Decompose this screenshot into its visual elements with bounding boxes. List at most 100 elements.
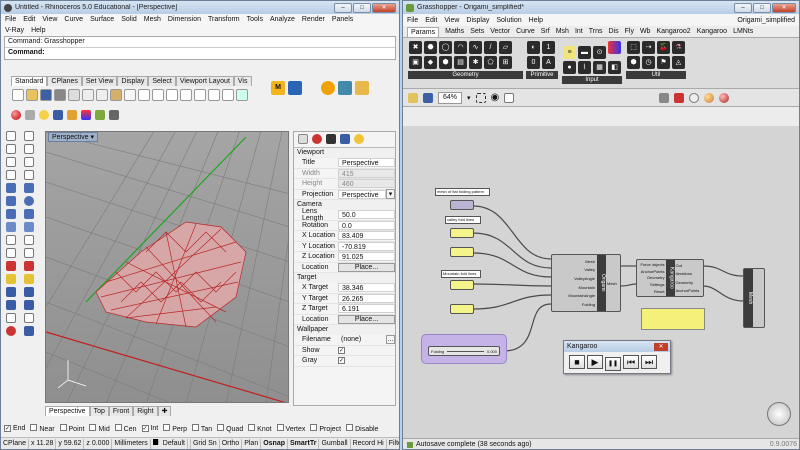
vray-teapot-icon[interactable] (355, 81, 369, 95)
gh-tab-kangaroo[interactable]: Kangaroo (697, 28, 727, 35)
red-sphere-icon[interactable] (11, 109, 21, 120)
array-icon[interactable] (6, 274, 16, 284)
gh-wire-preview-icon[interactable] (659, 92, 670, 103)
gh-param-brep-icon[interactable]: ◆ (424, 56, 437, 69)
explode-icon[interactable] (6, 300, 16, 310)
grasshopper-icon[interactable] (95, 109, 105, 120)
move-icon[interactable] (6, 248, 16, 258)
gh-menu-help[interactable]: Help (529, 17, 543, 24)
cut-icon[interactable] (82, 88, 94, 101)
kangaroo-pause-button[interactable]: ❚❚ (605, 357, 621, 371)
menu-dimension[interactable]: Dimension (168, 16, 201, 23)
perspective-viewport[interactable]: Perspective ▾ (45, 131, 289, 403)
gh-label-panel-valley[interactable]: valley fold lines (445, 216, 481, 224)
gh-param-integer-icon[interactable]: 1 (542, 41, 555, 54)
sphere-icon[interactable] (23, 196, 34, 206)
new-icon[interactable] (12, 88, 24, 101)
gh-menu-solution[interactable]: Solution (496, 17, 521, 24)
gh-param-mesh-icon[interactable]: ⬢ (439, 56, 452, 69)
gh-param-curve-icon[interactable]: ∿ (469, 41, 482, 54)
gh-param-text-icon[interactable]: A (542, 56, 555, 69)
gh-param-field-icon[interactable]: ✱ (469, 56, 482, 69)
boolean-icon[interactable] (23, 222, 34, 232)
tab-viewport-layout[interactable]: Viewport Layout (175, 76, 234, 86)
select-arrow-icon[interactable] (6, 131, 16, 141)
view-tab-front[interactable]: Front (108, 406, 134, 416)
gh-param-geometry-icon[interactable]: ⬠ (484, 56, 497, 69)
gh-navigation-compass-icon[interactable] (767, 402, 791, 426)
render-icon[interactable] (67, 109, 77, 120)
rotate-icon[interactable] (23, 248, 34, 258)
dimension-icon[interactable] (6, 235, 16, 245)
gh-param-plane-icon[interactable]: ▱ (499, 41, 512, 54)
surface-icon[interactable] (6, 183, 16, 193)
status-ortho[interactable]: Ortho (220, 439, 243, 449)
save-icon[interactable] (40, 88, 52, 101)
target-place-button[interactable]: Place... (338, 314, 395, 324)
gh-param-line-icon[interactable]: / (484, 41, 497, 54)
viewport-title[interactable]: Perspective ▾ (48, 132, 99, 142)
gh-label-panel-mesh[interactable]: mesh of flat folding pattern (435, 188, 490, 196)
hide-icon[interactable] (6, 313, 16, 323)
osnap-cen[interactable]: Cen (114, 424, 137, 433)
gh-label-panel-mountain[interactable]: Mountain fold lines (441, 270, 481, 278)
vray-r-icon[interactable] (288, 81, 302, 95)
slider-track[interactable] (447, 350, 484, 352)
kangaroo-play-button[interactable]: ▶ (587, 355, 603, 369)
mirror-icon[interactable] (23, 261, 34, 271)
gh-tab-curve[interactable]: Curve (516, 28, 535, 35)
analyze-icon[interactable] (6, 326, 16, 336)
gh-mountain-curve-param[interactable] (450, 280, 474, 290)
gh-tab-vector[interactable]: Vector (490, 28, 510, 35)
status-record-history[interactable]: Record Hi (351, 439, 387, 449)
gh-mountain-angle-param[interactable] (450, 304, 474, 314)
menu-edit[interactable]: Edit (23, 16, 35, 23)
minimize-icon[interactable]: – (334, 2, 352, 13)
gh-zoom-dropdown-icon[interactable]: ▾ (467, 94, 471, 102)
gh-origami-component[interactable]: Mesh Valley ValleyAngle Mountain MountainAng… (551, 254, 621, 312)
status-grid-snap[interactable]: Grid Sn (191, 439, 220, 449)
gh-open-icon[interactable] (408, 92, 418, 103)
curve-icon[interactable] (23, 144, 34, 154)
zoom-icon[interactable] (166, 88, 178, 101)
gh-tab-maths[interactable]: Maths (445, 28, 464, 35)
polygon-icon[interactable] (23, 170, 34, 180)
gh-param-point-icon[interactable]: ✖ (409, 41, 422, 54)
gh-util-cherries-icon[interactable]: 🍒 (657, 41, 670, 54)
join-icon[interactable] (23, 287, 34, 297)
gh-tab-lmnts[interactable]: LMNts (733, 28, 753, 35)
gh-tab-int[interactable]: Int (575, 28, 583, 35)
gh-tab-msh[interactable]: Msh (556, 28, 569, 35)
kangaroo-panel-close-icon[interactable]: ✕ (654, 342, 668, 351)
chevron-down-icon[interactable]: ▾ (386, 189, 395, 200)
gh-input-gradient-icon[interactable] (608, 41, 621, 54)
gh-util-galapagos-icon[interactable]: ⬢ (627, 56, 640, 69)
point-icon[interactable] (23, 131, 34, 141)
gh-valley-curve-param[interactable] (450, 228, 474, 238)
import-icon[interactable] (68, 88, 80, 101)
viewport-dropdown-icon[interactable]: ▾ (91, 134, 95, 141)
display-props-icon[interactable] (326, 134, 336, 144)
gh-util-timer-icon[interactable]: ◷ (642, 56, 655, 69)
osnap-vertex[interactable]: Vertex (276, 424, 305, 433)
status-layer[interactable]: Default (151, 439, 191, 449)
paste-icon[interactable] (110, 88, 122, 101)
gh-util-flask-icon[interactable]: ⚗ (672, 41, 685, 54)
object-props-icon[interactable] (298, 134, 308, 144)
camera-place-button[interactable]: Place... (338, 262, 395, 272)
zoom-extents-icon[interactable] (194, 88, 206, 101)
vray-m-icon[interactable]: M (271, 81, 285, 95)
rotate-view-icon[interactable] (152, 88, 164, 101)
status-gumball[interactable]: Gumball (319, 439, 351, 449)
gh-folding-slider[interactable]: Folding 0.000 (428, 346, 500, 356)
tab-display[interactable]: Display (117, 76, 149, 86)
gh-param-circle-icon[interactable]: ◯ (439, 41, 452, 54)
gh-minimize-icon[interactable]: – (734, 2, 752, 13)
tab-cplanes[interactable]: CPlanes (47, 76, 82, 86)
gh-menu-display[interactable]: Display (466, 17, 489, 24)
gh-tab-kangaroo2[interactable]: Kangaroo2 (656, 28, 690, 35)
gray-checkbox[interactable]: ✓ (338, 357, 345, 365)
gh-menu-view[interactable]: View (444, 17, 459, 24)
trim-icon[interactable] (23, 274, 34, 284)
gh-group-label-primitive[interactable]: Primitive (526, 71, 558, 79)
